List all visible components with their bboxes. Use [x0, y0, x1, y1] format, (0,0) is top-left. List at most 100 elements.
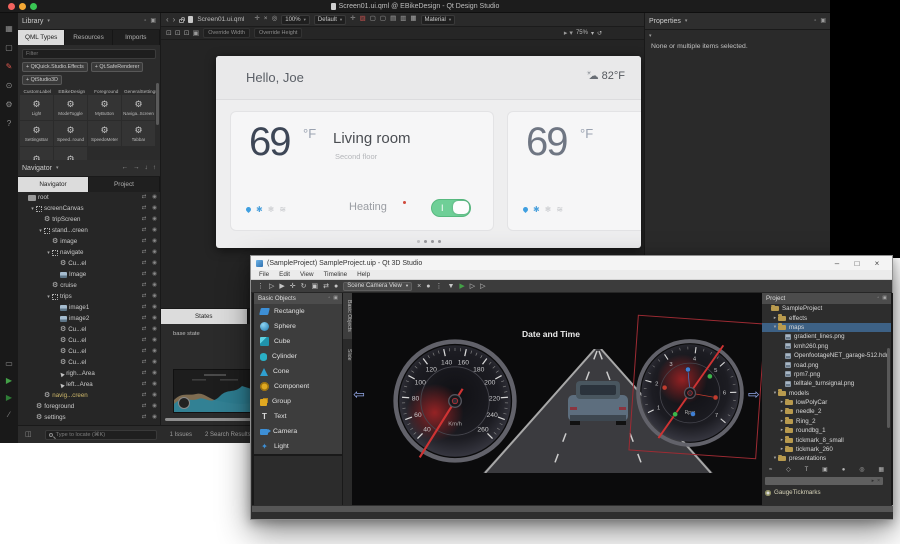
- library-component-ModeToggle[interactable]: ⚙ModeToggle: [54, 95, 87, 120]
- toggle-knob[interactable]: [453, 201, 469, 214]
- export-icon[interactable]: ⇄: [142, 239, 147, 245]
- asset-material-icon[interactable]: ●: [842, 467, 846, 473]
- step-forward-icon[interactable]: ▷: [470, 283, 475, 290]
- project-item-maps[interactable]: ▾maps: [762, 323, 891, 332]
- cursor-tool-icon[interactable]: ▸: [564, 30, 568, 37]
- minimize-button[interactable]: –: [827, 259, 847, 268]
- project-item-rpm7-png[interactable]: rpm7.png: [762, 370, 891, 379]
- back-icon[interactable]: ‹: [166, 15, 169, 24]
- debug-mode-icon[interactable]: ⊙: [6, 82, 13, 90]
- align-cols-icon[interactable]: ▥: [400, 16, 406, 23]
- theme-select[interactable]: Material▾: [421, 15, 456, 25]
- menu-timeline[interactable]: Timeline: [324, 271, 348, 278]
- record-icon[interactable]: ●: [426, 283, 430, 290]
- visibility-eye-icon[interactable]: ◉: [152, 382, 157, 388]
- welcome-mode-icon[interactable]: ▢: [5, 44, 13, 52]
- project-item-roundbg-1[interactable]: ▸roundbg_1: [762, 426, 891, 435]
- navigator-arrow-icon[interactable]: →: [133, 165, 140, 172]
- project-item-effects[interactable]: ▸effects: [762, 313, 891, 322]
- zoom-caret-icon[interactable]: ▾: [569, 30, 573, 37]
- trip-preview-thumbnail[interactable]: [173, 369, 259, 413]
- room-card-second[interactable]: 69 °F ✱❄≋: [508, 112, 641, 230]
- translate-icon[interactable]: ✛: [290, 283, 296, 290]
- export-icon[interactable]: ⇄: [142, 360, 147, 366]
- twisty-icon[interactable]: ▾: [29, 206, 36, 212]
- panel-split-icon[interactable]: ▫: [814, 18, 816, 24]
- close-button[interactable]: ×: [867, 259, 887, 268]
- project-item-tickmark-8-small[interactable]: ▸tickmark_8_small: [762, 435, 891, 444]
- visibility-eye-icon[interactable]: ◉: [152, 349, 157, 355]
- panel-float-icon[interactable]: ▣: [820, 18, 826, 24]
- select-tool-icon[interactable]: ▷: [269, 283, 274, 290]
- filter-clear-icon[interactable]: ×: [877, 479, 880, 484]
- navigator-item-Cu-el[interactable]: ⚙Cu...el⇄◉: [18, 335, 160, 346]
- mac-fullscreen-button[interactable]: [30, 3, 37, 10]
- navigator-item-left-Area[interactable]: ▶left...Area⇄◉: [18, 379, 160, 390]
- library-tab-resources[interactable]: Resources: [65, 30, 112, 45]
- align-rows-icon[interactable]: ▤: [390, 16, 396, 23]
- export-icon[interactable]: ⇄: [142, 294, 147, 300]
- scale-icon[interactable]: ▣: [312, 283, 319, 290]
- palette-item-rectangle[interactable]: Rectangle: [254, 304, 342, 319]
- library-component-Tabbar[interactable]: ⚙Tabbar: [122, 121, 155, 146]
- import-module-button[interactable]: + Qt.SafeRenderer: [91, 62, 144, 72]
- export-icon[interactable]: ⇄: [142, 206, 147, 212]
- bounds-alt-icon[interactable]: ▢: [380, 16, 386, 23]
- visibility-eye-icon[interactable]: ◉: [152, 228, 157, 234]
- state-select[interactable]: Default▾: [314, 15, 346, 25]
- project-item-needle-2[interactable]: ▸needle_2: [762, 407, 891, 416]
- project-item-tickmark-260[interactable]: ▸tickmark_260: [762, 445, 891, 454]
- override-height-icon[interactable]: ⊡: [175, 30, 181, 37]
- zoom-level-select[interactable]: 100%▾: [281, 15, 310, 25]
- export-icon[interactable]: ⇄: [142, 261, 147, 267]
- export-icon[interactable]: ⇄: [142, 338, 147, 344]
- twisty-icon[interactable]: ▾: [37, 228, 44, 234]
- library-filter-input[interactable]: Filter: [22, 49, 156, 59]
- library-component-MyButton[interactable]: ⚙MyButton: [88, 95, 121, 120]
- override-height-field[interactable]: Override Height: [254, 28, 303, 38]
- twisty-icon[interactable]: ▾: [45, 294, 52, 300]
- visibility-eye-icon[interactable]: ◉: [152, 360, 157, 366]
- palette-item-cube[interactable]: Cube: [254, 334, 342, 349]
- project-item-kmh260-png[interactable]: kmh260.png: [762, 342, 891, 351]
- asset-font-icon[interactable]: T: [805, 467, 809, 473]
- visibility-eye-icon[interactable]: ◉: [152, 217, 157, 223]
- navigator-tab-project[interactable]: Project: [89, 177, 160, 192]
- navigator-arrow-icon[interactable]: ↓: [145, 165, 148, 172]
- nav-arrow-left-icon[interactable]: ⇦: [353, 386, 365, 403]
- import-module-button[interactable]: + QtStudio3D: [22, 75, 62, 85]
- go-end-icon[interactable]: ▷: [480, 283, 485, 290]
- side-tab-basic-objects[interactable]: Basic Objects: [343, 293, 352, 339]
- palette-item-cylinder[interactable]: Cylinder: [254, 349, 342, 364]
- visibility-eye-icon[interactable]: ◉: [152, 305, 157, 311]
- states-tab-states[interactable]: States: [161, 309, 248, 324]
- library-component-Light[interactable]: ⚙Light: [20, 95, 53, 120]
- menu-file[interactable]: File: [259, 271, 269, 278]
- export-icon[interactable]: ⇄: [142, 316, 147, 322]
- mac-close-button[interactable]: [8, 3, 15, 10]
- library-scrollbar[interactable]: [156, 83, 159, 125]
- palette-item-light[interactable]: ✦Light: [254, 439, 342, 454]
- navigator-item-righ-Area[interactable]: ▶righ...Area⇄◉: [18, 368, 160, 379]
- library-tab-qml-types[interactable]: QML Types: [18, 30, 65, 45]
- design-mode-icon[interactable]: ✎: [6, 63, 13, 71]
- align-grid-icon[interactable]: ▦: [410, 16, 416, 23]
- navigator-item-screenCanvas[interactable]: ▾screenCanvas⇄◉: [18, 203, 160, 214]
- project-item-telltale-turnsignal-png[interactable]: telltale_turnsignal.png: [762, 379, 891, 388]
- horizontal-scrollbar[interactable]: [165, 418, 257, 421]
- project-item-OpenfootageNET-garage-512-hdr[interactable]: OpenfootageNET_garage-512.hdr: [762, 351, 891, 360]
- navigator-item-stand-creen[interactable]: ▾stand...creen⇄◉: [18, 225, 160, 236]
- navigator-arrow-icon[interactable]: ←: [122, 165, 129, 172]
- chevron-down-icon[interactable]: ▾: [591, 30, 594, 37]
- page-dot[interactable]: [438, 240, 441, 243]
- asset-effect-icon[interactable]: ◇: [786, 467, 791, 473]
- bounds-icon[interactable]: ▢: [370, 16, 376, 23]
- help-icon[interactable]: ?: [7, 120, 11, 128]
- navigator-item-Cu-el[interactable]: ⚙Cu...el⇄◉: [18, 346, 160, 357]
- library-component-Naviga..Screen[interactable]: ⚙Naviga..Screen: [122, 95, 155, 120]
- palette-item-camera[interactable]: Camera: [254, 424, 342, 439]
- override-both-icon[interactable]: ⊡: [184, 30, 190, 37]
- mac-minimize-button[interactable]: [19, 3, 26, 10]
- visibility-eye-icon[interactable]: ◉: [152, 404, 157, 410]
- visibility-eye-icon[interactable]: ◉: [152, 250, 157, 256]
